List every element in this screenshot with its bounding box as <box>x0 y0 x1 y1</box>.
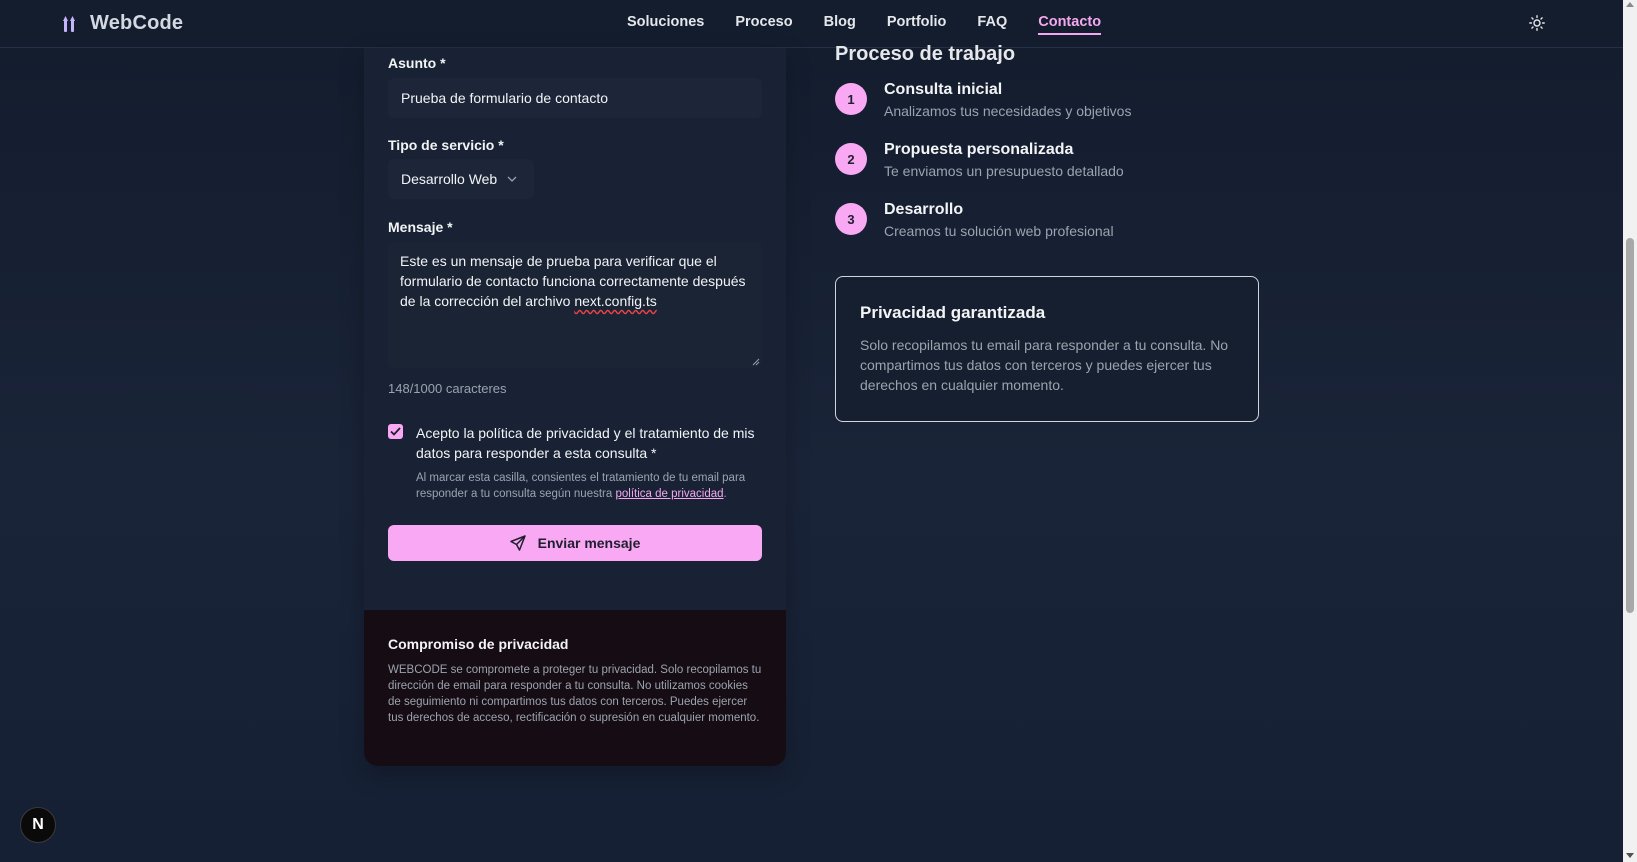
subject-label: Asunto * <box>388 55 446 71</box>
scroll-thumb[interactable] <box>1626 238 1634 613</box>
resize-handle-icon[interactable] <box>752 358 760 366</box>
page-scrollbar[interactable] <box>1623 0 1637 862</box>
privacy-guarantee-title: Privacidad garantizada <box>860 303 1046 322</box>
step-description: Analizamos tus necesidades y objetivos <box>884 103 1132 119</box>
char-counter: 148/1000 caracteres <box>388 381 507 396</box>
nav-contacto[interactable]: Contacto <box>1038 14 1102 35</box>
nav-soluciones[interactable]: Soluciones <box>627 14 704 35</box>
message-label: Mensaje * <box>388 219 453 235</box>
consent-note-suffix: . <box>723 488 727 500</box>
sun-icon <box>1529 15 1545 31</box>
logo[interactable]: WebCode <box>62 12 183 35</box>
service-type-label: Tipo de servicio * <box>388 137 504 153</box>
subject-input[interactable]: Prueba de formulario de contacto <box>388 78 762 118</box>
step-description: Creamos tu solución web profesional <box>884 223 1114 239</box>
scroll-down-icon[interactable] <box>1626 853 1634 858</box>
theme-toggle-button[interactable] <box>1527 13 1547 33</box>
service-type-select[interactable]: Desarrollo Web <box>388 159 534 199</box>
process-step: 1 Consulta inicial Analizamos tus necesi… <box>835 79 1131 121</box>
misspelled-word: next.config.ts <box>574 293 657 309</box>
nav-portfolio[interactable]: Portfolio <box>887 14 947 35</box>
site-header: WebCode Soluciones Proceso Blog Portfoli… <box>0 0 1623 48</box>
process-step: 3 Desarrollo Creamos tu solución web pro… <box>835 199 1114 241</box>
privacy-policy-link[interactable]: política de privacidad <box>615 488 723 500</box>
message-text: Este es un mensaje de prueba para verifi… <box>400 253 746 309</box>
contact-form-card: Asunto * Prueba de formulario de contact… <box>364 48 786 766</box>
step-number: 1 <box>835 83 867 115</box>
step-number: 2 <box>835 143 867 175</box>
consent-checkbox[interactable] <box>388 424 403 439</box>
check-icon <box>390 427 401 436</box>
send-icon <box>509 535 526 551</box>
logo-icon <box>63 15 75 32</box>
privacy-guarantee-text: Solo recopilamos tu email para responder… <box>860 337 1229 393</box>
send-message-label: Enviar mensaje <box>537 535 641 551</box>
step-description: Te enviamos un presupuesto detallado <box>884 163 1124 179</box>
message-textarea[interactable]: Este es un mensaje de prueba para verifi… <box>388 242 762 368</box>
process-title: Proceso de trabajo <box>835 43 1016 65</box>
step-title: Consulta inicial <box>884 81 1003 98</box>
chevron-down-icon <box>507 176 517 182</box>
privacy-commitment-title: Compromiso de privacidad <box>388 636 569 652</box>
consent-note: Al marcar esta casilla, consientes el tr… <box>416 470 762 502</box>
privacy-commitment-text: WEBCODE se compromete a proteger tu priv… <box>388 664 762 724</box>
step-number: 3 <box>835 203 867 235</box>
consent-label[interactable]: Acepto la política de privacidad y el tr… <box>416 423 762 463</box>
send-message-button[interactable]: Enviar mensaje <box>388 525 762 561</box>
nav-proceso[interactable]: Proceso <box>735 14 792 35</box>
privacy-guarantee-card: Privacidad garantizada Solo recopilamos … <box>835 276 1259 422</box>
nav-faq[interactable]: FAQ <box>977 14 1007 35</box>
process-step: 2 Propuesta personalizada Te enviamos un… <box>835 139 1124 181</box>
logo-text: WebCode <box>90 12 184 34</box>
step-title: Desarrollo <box>884 201 964 218</box>
scroll-up-icon[interactable] <box>1626 2 1634 7</box>
nav-blog[interactable]: Blog <box>824 14 856 35</box>
main-nav: Soluciones Proceso Blog Portfolio FAQ Co… <box>627 14 1102 35</box>
privacy-commitment: Compromiso de privacidad WEBCODE se comp… <box>364 610 786 766</box>
step-title: Propuesta personalizada <box>884 141 1074 158</box>
nextjs-dev-badge[interactable]: N <box>20 807 56 843</box>
service-type-value: Desarrollo Web <box>401 171 498 187</box>
